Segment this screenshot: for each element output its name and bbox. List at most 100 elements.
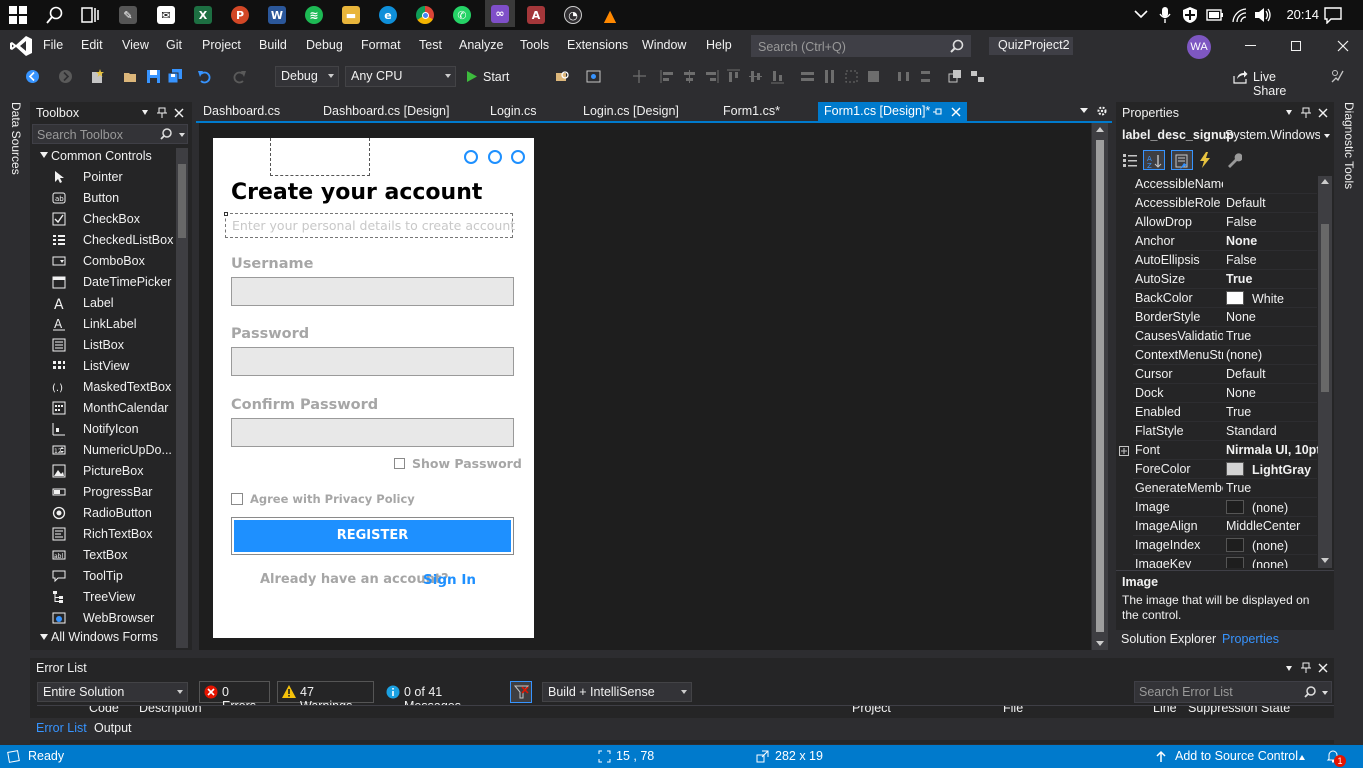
tree-view-icon [53,591,63,603]
property-name: BorderStyle [1135,310,1201,324]
control-size-icon [756,750,769,763]
property-value[interactable]: False [1226,215,1318,229]
property-row[interactable]: Font Nirmala UI, 10pt [1133,441,1318,460]
property-row[interactable]: AutoSize True [1133,270,1317,289]
web-browser-icon [52,612,66,624]
messages-filter-button[interactable]: 0 of 41 Messages [381,681,499,713]
search-icon [1304,686,1316,698]
status-size: 282 x 19 [775,749,823,763]
toolbox-item-treeview[interactable]: TreeView [50,587,172,608]
errors-filter-button[interactable]: 0 Errors [199,681,270,713]
property-value[interactable]: LightGray [1226,462,1318,477]
group-expanded-icon[interactable] [40,634,48,640]
property-row[interactable]: Anchor None [1133,232,1317,251]
property-row[interactable]: FlatStyle Standard [1133,422,1317,441]
add-to-source-control[interactable]: Add to Source Control [1175,749,1298,763]
status-ready: Ready [28,749,65,763]
property-row[interactable]: ContextMenuStrip(none) [1133,346,1317,365]
scroll-down-icon[interactable] [1321,558,1329,563]
error-list-header-row: Code Description Project File Line Suppr… [37,705,1334,717]
property-name: ContextMenuStrip [1135,348,1223,362]
property-value[interactable]: Default [1226,196,1318,210]
column-line[interactable]: Line [1153,706,1177,715]
property-value[interactable]: False [1226,253,1318,267]
warnings-filter-button[interactable]: 47 Warnings [277,681,374,713]
property-name: BackColor [1135,291,1193,305]
property-row[interactable]: GenerateMemberTrue [1133,479,1317,498]
property-value[interactable]: True [1226,272,1318,286]
expand-font-plus-icon[interactable] [1119,446,1129,456]
property-name: AutoSize [1135,272,1186,286]
property-row[interactable]: AllowDrop False [1133,213,1317,232]
property-name: GenerateMember [1135,481,1223,495]
toolbox-group-all-windows-forms[interactable]: All Windows Forms [51,630,158,644]
property-value[interactable]: MiddleCenter [1226,519,1318,533]
column-description[interactable]: Description [139,706,202,715]
source-control-chevron-icon[interactable] [1299,755,1305,760]
tab-solution-explorer[interactable]: Solution Explorer [1121,632,1216,646]
color-swatch [1226,538,1244,552]
property-name: ImageAlign [1135,519,1198,533]
property-row[interactable]: AccessibleRole Default [1133,194,1317,213]
scroll-down-icon[interactable] [1096,641,1104,646]
property-row[interactable]: BorderStyle None [1133,308,1317,327]
property-row[interactable]: Enabled True [1133,403,1317,422]
property-value[interactable]: Default [1226,367,1318,381]
filter-current-project-icon[interactable] [510,681,532,703]
property-value[interactable]: Standard [1226,424,1318,438]
property-value[interactable]: None [1226,386,1318,400]
property-row[interactable]: ImageKey (none) [1133,555,1317,568]
property-row[interactable]: ImageAlign MiddleCenter [1133,517,1317,536]
property-value[interactable]: Nirmala UI, 10pt [1226,443,1318,457]
property-value[interactable]: (none) [1226,538,1318,553]
error-list-options-chevron-icon[interactable] [1286,666,1292,671]
property-value[interactable]: (none) [1226,500,1318,515]
property-row[interactable]: BackColor White [1133,289,1317,308]
build-intellisense-dropdown[interactable]: Build + IntelliSense [542,682,692,702]
column-file[interactable]: File [1003,706,1023,715]
property-value-text: (none) [1252,558,1289,568]
toolbox-item-tooltip[interactable]: ToolTip [50,566,172,587]
property-value[interactable]: (none) [1226,348,1318,362]
column-code[interactable]: Code [89,706,119,715]
tab-properties[interactable]: Properties [1222,632,1279,646]
bottom-panel-tabs: Error List Output [30,718,1334,740]
error-list-search-input[interactable]: Search Error List [1134,681,1332,703]
property-value[interactable]: None [1226,310,1318,324]
column-project[interactable]: Project [852,706,891,715]
property-value[interactable]: True [1226,481,1318,495]
search-options-chevron-icon[interactable] [1322,691,1328,695]
toolbox-item-webbrowser[interactable]: WebBrowser [50,608,172,629]
tab-output[interactable]: Output [94,721,132,735]
property-row[interactable]: AutoEllipsis False [1133,251,1317,270]
error-scope-dropdown[interactable]: Entire Solution [37,682,188,702]
property-row[interactable]: ImageIndex (none) [1133,536,1317,555]
property-value[interactable]: (none) [1226,557,1318,568]
property-row[interactable]: Dock None [1133,384,1317,403]
sign-in-link[interactable]: Sign In [423,572,476,588]
property-value[interactable]: White [1226,291,1318,306]
error-list-pin-icon[interactable] [1301,662,1311,674]
property-row[interactable]: AccessibleName [1133,175,1317,194]
build-filter-value: Build + IntelliSense [548,685,655,699]
error-list-close-icon[interactable] [1318,663,1328,673]
property-row[interactable]: Image (none) [1133,498,1317,517]
tab-error-list[interactable]: Error List [36,721,87,735]
column-suppression-state[interactable]: Suppression State [1188,706,1290,715]
property-value[interactable]: True [1226,329,1318,343]
property-name: AccessibleRole [1135,196,1221,210]
property-name: AllowDrop [1135,215,1192,229]
property-row[interactable]: Cursor Default [1133,365,1317,384]
property-value[interactable]: None [1226,234,1318,248]
scroll-up-icon[interactable] [1321,179,1329,184]
diagnostic-tools-tab[interactable]: Diagnostic Tools [1342,102,1356,189]
property-row[interactable]: ForeColor LightGray [1133,460,1317,479]
property-value-text: White [1252,292,1284,306]
color-swatch [1226,557,1244,568]
info-icon [386,685,400,699]
property-row[interactable]: CausesValidation True [1133,327,1317,346]
tooltip-icon [52,570,66,583]
property-value[interactable]: True [1226,405,1318,419]
properties-scroll-thumb[interactable] [1321,224,1329,392]
color-swatch [1226,462,1244,476]
